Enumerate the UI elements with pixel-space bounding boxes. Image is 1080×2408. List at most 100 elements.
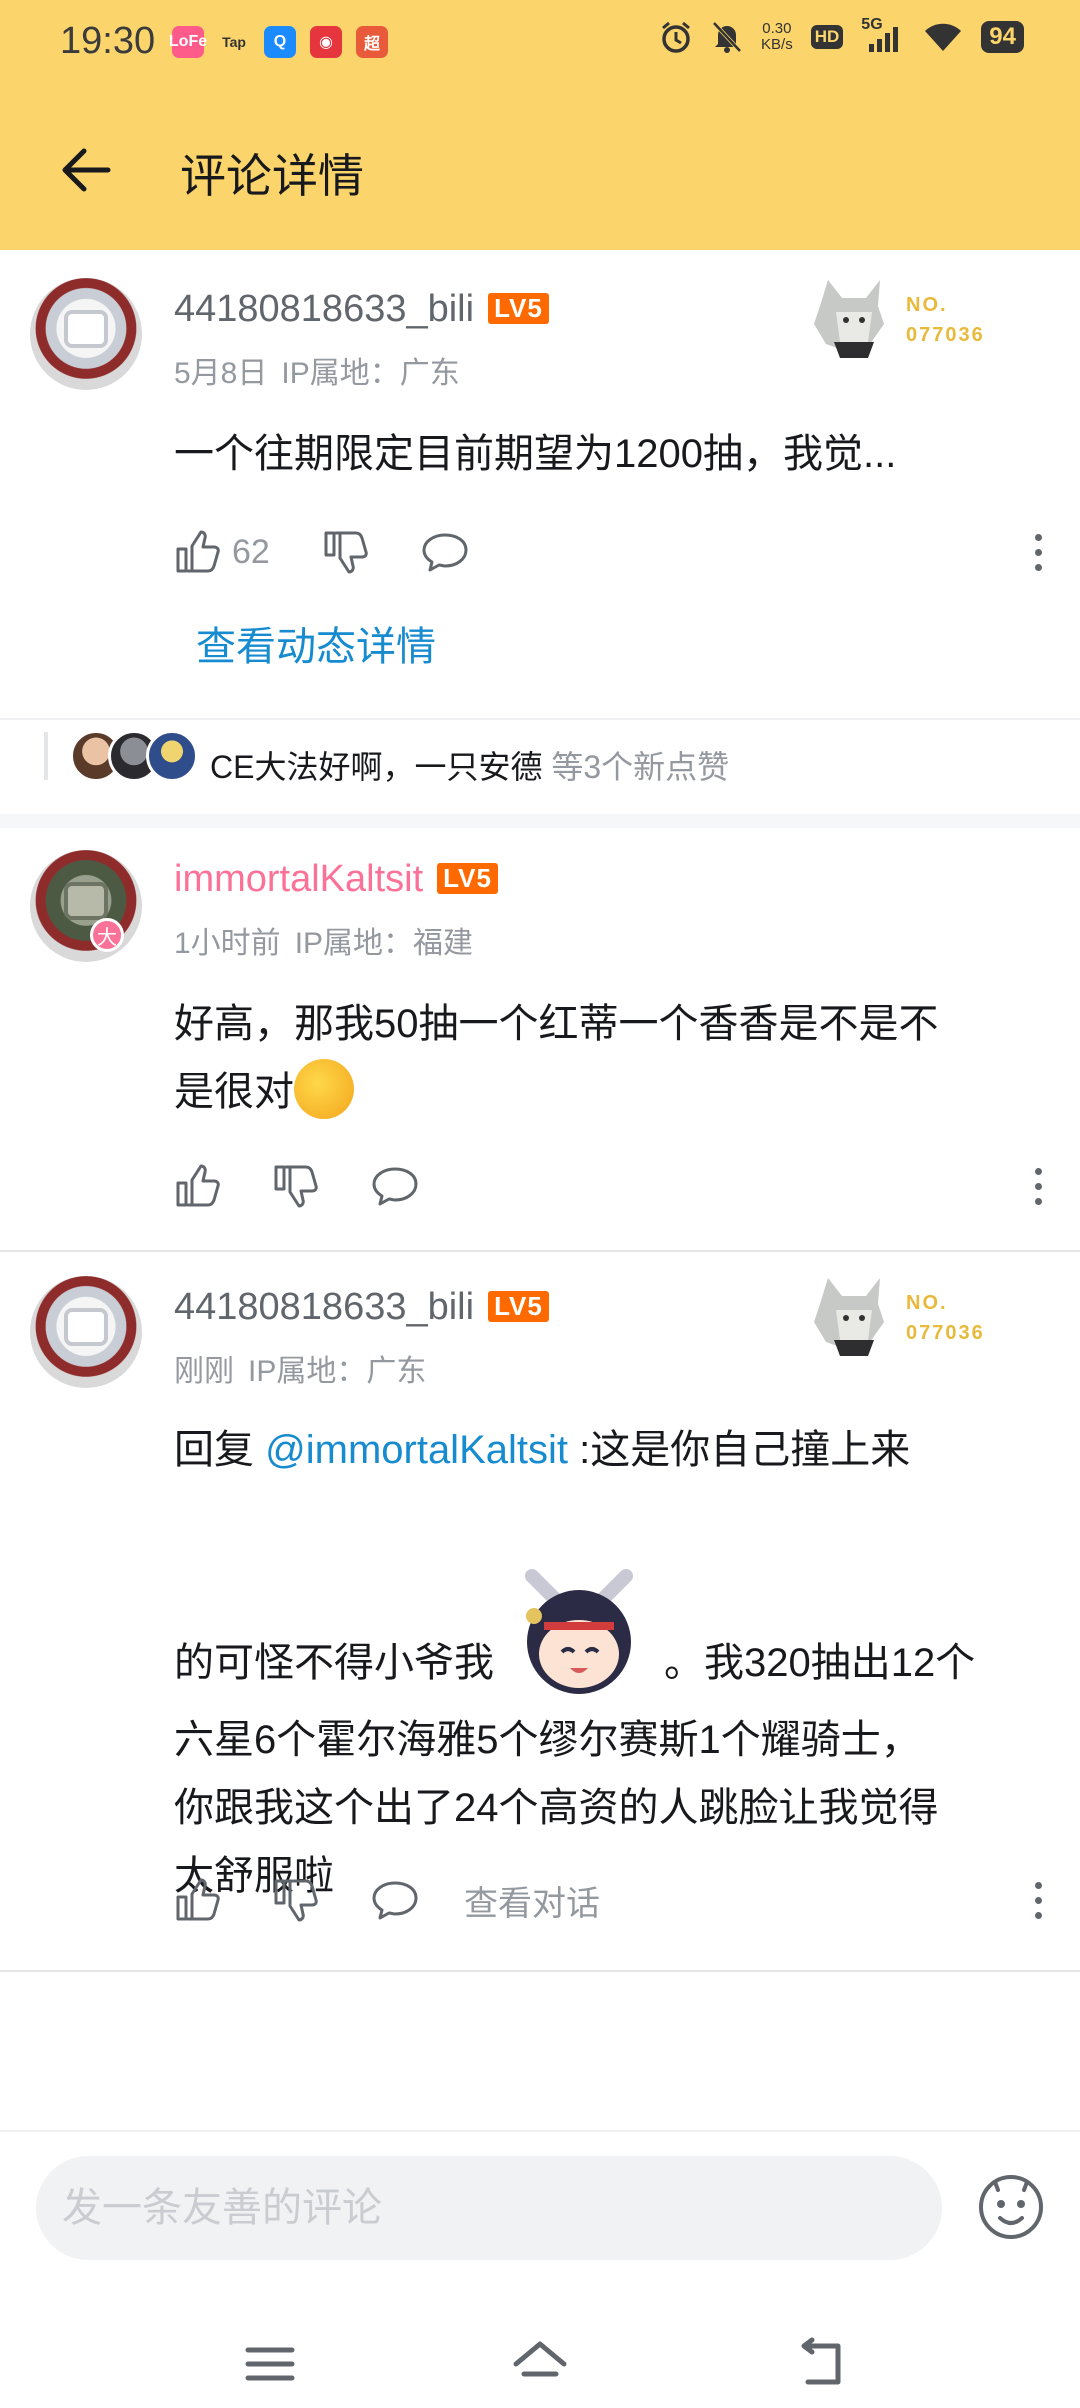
status-right: 0.30 KB/s HD 5G 94 <box>659 16 1024 54</box>
content-line: 回复 @immortalKaltsit :这是你自己撞上来 <box>174 1416 1054 1484</box>
thumb-up-icon <box>176 1164 220 1207</box>
level-badge: LV5 <box>488 1291 549 1322</box>
emoji-button[interactable] <box>976 2172 1046 2242</box>
view-conversation-link[interactable]: 查看对话 <box>464 1876 600 1925</box>
more-options-button[interactable] <box>1026 1872 1050 1928</box>
wolf-character-icon <box>814 1278 884 1356</box>
comment-content[interactable]: 一个往期限定目前期望为1200抽，我觉... <box>174 420 1054 488</box>
avatar[interactable] <box>30 1276 142 1388</box>
reply-button[interactable] <box>420 531 470 573</box>
like-button[interactable] <box>174 1163 220 1209</box>
username[interactable]: immortalKaltsit LV5 <box>174 858 498 901</box>
comment-input[interactable]: 发一条友善的评论 <box>36 2156 942 2260</box>
page-header: 评论详情 <box>0 100 1080 240</box>
notification-icons: LoFe Tap Q ◉ 超 <box>169 26 388 58</box>
content-line: 的可怪不得小爷我 。我320抽出12个 <box>174 1556 1054 1706</box>
net-speed: 0.30 KB/s <box>761 21 793 53</box>
notif-netease-icon: ◉ <box>310 26 342 58</box>
fan-number: NO. 077036 <box>906 290 985 350</box>
level-badge: LV5 <box>488 293 549 324</box>
ip-location: IP属地：广东 <box>281 357 460 390</box>
reply-button[interactable] <box>370 1879 420 1921</box>
battery-indicator: 94 <box>981 21 1024 53</box>
net-speed-value: 0.30 <box>762 20 792 37</box>
comment-bubble-icon <box>372 1167 418 1206</box>
ip-location: IP属地：福建 <box>294 927 474 960</box>
content-text: 的可怪不得小爷我 <box>174 1641 494 1685</box>
reply-button[interactable] <box>370 1165 420 1207</box>
avatar[interactable] <box>30 278 142 390</box>
comment-actions <box>174 1158 472 1214</box>
username-text: 44180818633_bili <box>174 1286 475 1328</box>
smiley-face-icon <box>979 2175 1043 2239</box>
thumb-up-icon <box>176 530 220 573</box>
back-button[interactable] <box>50 134 122 206</box>
dislike-button[interactable] <box>272 1877 318 1923</box>
liker-avatar <box>146 730 198 782</box>
fan-badge: NO. 077036 <box>814 1270 1014 1360</box>
home-icon[interactable] <box>510 2334 570 2394</box>
back-nav-icon[interactable] <box>790 2334 850 2394</box>
arrow-left-icon <box>62 148 111 192</box>
username-text: 44180818633_bili <box>174 288 475 330</box>
like-button[interactable] <box>174 1877 220 1923</box>
liker-names: CE大法好啊，一只安德 <box>210 749 543 785</box>
mute-bell-icon <box>712 21 742 53</box>
comment-content[interactable]: 回复 @immortalKaltsit :这是你自己撞上来 的可怪不得小爷我 。… <box>174 1416 1054 1910</box>
fan-no-label: NO. <box>906 294 948 316</box>
page-title: 评论详情 <box>180 150 364 202</box>
comment-bubble-icon <box>372 1881 418 1920</box>
comment-actions: 查看对话 <box>174 1872 600 1928</box>
content-line: 六星6个霍尔海雅5个缪尔赛斯1个耀骑士， <box>174 1718 921 1762</box>
content-line: 是很对 <box>174 1058 1054 1126</box>
notif-app-pink-icon: LoFe <box>169 26 207 58</box>
view-post-detail-link[interactable]: 查看动态详情 <box>196 614 436 672</box>
thumb-down-icon <box>324 531 368 574</box>
anime-girl-sticker-icon <box>504 1556 654 1706</box>
content-text: 是很对 <box>174 1070 294 1114</box>
notif-app-blue-icon: Q <box>264 26 296 58</box>
dislike-button[interactable] <box>322 529 368 575</box>
comment-meta: 刚刚 IP属地：广东 <box>174 1346 426 1390</box>
reply-prefix: 回复 <box>174 1428 266 1472</box>
comment-meta: 5月8日 IP属地：广东 <box>174 348 460 392</box>
thumb-down-icon <box>274 1879 318 1922</box>
notif-taptap-icon: Tap <box>218 26 250 58</box>
top-bar: 19:30 LoFe Tap Q ◉ 超 0.30 KB/s HD 5G 94 <box>0 0 1080 250</box>
more-options-button[interactable] <box>1026 524 1050 580</box>
avatar-badge: 大 <box>90 918 124 952</box>
comment-bubble-icon <box>422 533 468 572</box>
liker-avatars <box>70 730 198 782</box>
username-text: immortalKaltsit <box>174 858 424 900</box>
thinking-emoji-icon <box>294 1059 354 1119</box>
like-count: 62 <box>232 532 270 571</box>
status-bar: 19:30 LoFe Tap Q ◉ 超 0.30 KB/s HD 5G 94 <box>0 0 1080 84</box>
bottom-bar: 发一条友善的评论 <box>0 2130 1080 2408</box>
likes-suffix: 等3个新点赞 <box>542 749 730 785</box>
section-divider <box>0 814 1080 828</box>
dislike-button[interactable] <box>272 1163 318 1209</box>
thumb-down-icon <box>274 1165 318 1208</box>
wifi-icon <box>925 23 962 51</box>
avatar[interactable] <box>30 850 142 962</box>
alarm-icon <box>662 21 691 53</box>
hd-badge: HD <box>810 25 844 49</box>
fan-no-value: 077036 <box>906 324 985 346</box>
status-time: 19:30 <box>60 20 156 62</box>
menu-lines-icon[interactable] <box>240 2334 300 2394</box>
fan-badge: NO. 077036 <box>814 272 1014 362</box>
fan-no-value: 077036 <box>906 1322 985 1344</box>
mention-link[interactable]: @immortalKaltsit <box>265 1428 568 1472</box>
username[interactable]: 44180818633_bili LV5 <box>174 288 549 331</box>
reply-divider <box>0 1970 1080 1972</box>
more-options-button[interactable] <box>1026 1158 1050 1214</box>
new-likes-bar[interactable]: CE大法好啊，一只安德 等3个新点赞 <box>0 718 1080 814</box>
signal-5g-icon: 5G <box>861 16 905 54</box>
comment-date: 刚刚 <box>174 1355 234 1388</box>
content-line: 好高，那我50抽一个红蒂一个香香是不是不 <box>174 1002 939 1046</box>
comment-content[interactable]: 好高，那我50抽一个红蒂一个香香是不是不 是很对 <box>174 990 1054 1126</box>
like-button[interactable]: 62 <box>174 529 270 575</box>
comment-date: 5月8日 <box>174 357 268 390</box>
username[interactable]: 44180818633_bili LV5 <box>174 1286 549 1329</box>
content-line: 你跟我这个出了24个高资的人跳脸让我觉得 <box>174 1786 939 1830</box>
